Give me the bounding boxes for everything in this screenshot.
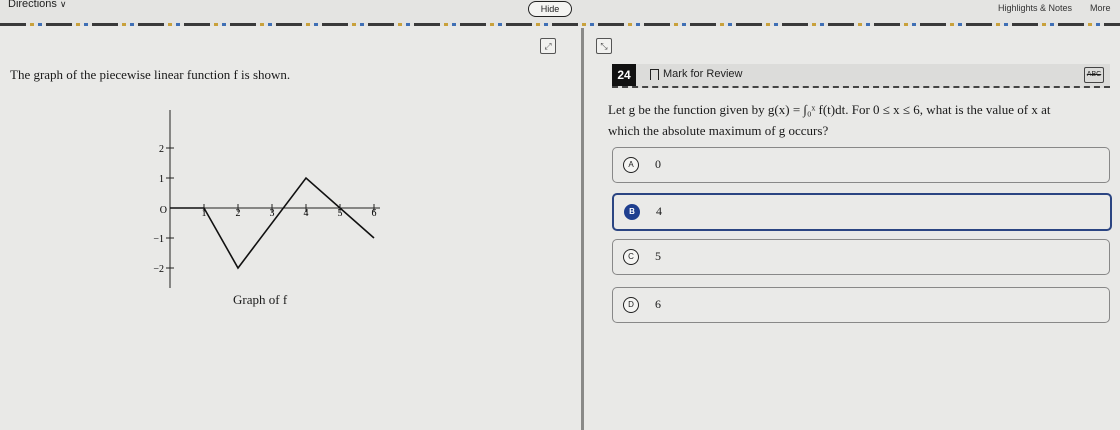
- prompt-line-1: Let g be the function given by g(x) = ∫₀…: [608, 102, 1051, 117]
- choice-text[interactable]: 5: [655, 249, 661, 264]
- option-eliminator-icon[interactable]: ABC: [1084, 67, 1104, 83]
- graph-caption: Graph of f: [233, 292, 288, 307]
- question-header: 24 Mark for Review ABC: [612, 64, 1110, 88]
- y-tick-label: −2: [153, 264, 164, 275]
- choice-text[interactable]: 6: [655, 297, 661, 312]
- x-tick-label: 4: [304, 208, 309, 219]
- origin-label: O: [160, 205, 167, 216]
- choice-text[interactable]: 0: [655, 157, 661, 172]
- graph-of-f: 1 2 3 4 5 621−1−2O: [153, 110, 380, 288]
- x-tick-label: 3: [270, 208, 275, 219]
- question-stem: The graph of the piecewise linear functi…: [10, 67, 291, 82]
- prompt-line-2: which the absolute maximum of g occurs?: [608, 123, 829, 138]
- x-tick-label: 6: [372, 208, 377, 219]
- chevron-down-icon[interactable]: ∨: [60, 0, 67, 9]
- expand-right-icon[interactable]: ⤡: [596, 38, 612, 54]
- more-button[interactable]: More: [1090, 3, 1111, 13]
- choice-letter[interactable]: D: [623, 297, 639, 313]
- question-number: 24: [612, 64, 636, 86]
- y-tick-label: 2: [159, 144, 164, 155]
- choice-letter[interactable]: C: [623, 249, 639, 265]
- choice-c[interactable]: C 5: [612, 239, 1110, 275]
- header-divider: [0, 23, 1120, 26]
- choice-text[interactable]: 4: [656, 204, 662, 219]
- choice-letter[interactable]: A: [623, 157, 639, 173]
- directions-label[interactable]: Directions: [8, 0, 57, 10]
- choice-letter[interactable]: B: [624, 204, 640, 220]
- question-prompt: Let g be the function given by g(x) = ∫₀…: [608, 99, 1108, 141]
- hide-button[interactable]: Hide: [528, 1, 572, 17]
- top-bar: Directions ∨ Hide Highlights & Notes More: [0, 0, 1120, 24]
- pane-divider[interactable]: [581, 28, 584, 430]
- choice-a[interactable]: A 0: [612, 147, 1110, 183]
- highlights-notes-button[interactable]: Highlights & Notes: [998, 3, 1072, 13]
- directions-toggle[interactable]: Directions ∨: [8, 0, 67, 10]
- y-tick-label: −1: [153, 234, 164, 245]
- mark-for-review-label[interactable]: Mark for Review: [663, 68, 742, 80]
- x-tick-label: 2: [236, 208, 241, 219]
- choice-d[interactable]: D 6: [612, 287, 1110, 323]
- bookmark-icon[interactable]: [650, 69, 659, 80]
- choice-b[interactable]: B 4: [612, 193, 1112, 231]
- expand-left-icon[interactable]: ⤢: [540, 38, 556, 54]
- f-line: [170, 176, 375, 270]
- y-tick-label: 1: [159, 174, 164, 185]
